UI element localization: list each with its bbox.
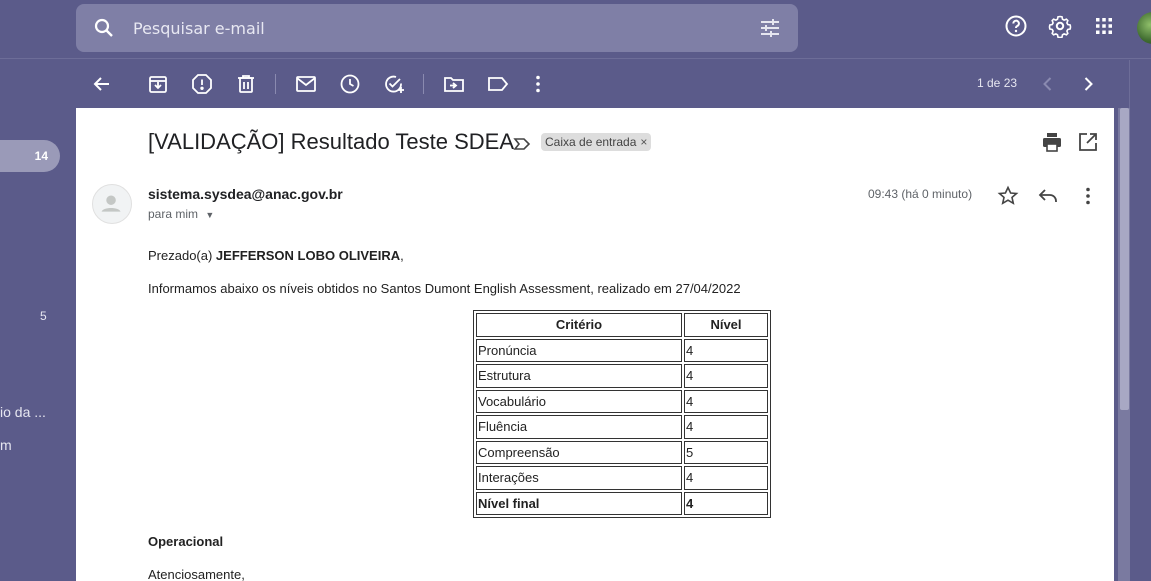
- table-row: Compreensão 5: [476, 440, 768, 464]
- sidebar-item-label[interactable]: m: [0, 437, 12, 453]
- status-text: Operacional: [148, 534, 224, 549]
- greeting: Prezado(a) JEFFERSON LOBO OLIVEIRA,: [148, 248, 404, 263]
- results-table: Critério Nível Pronúncia 4 Estrutura 4 Voc…: [473, 310, 771, 518]
- inbox-count: 14: [34, 149, 48, 163]
- level-cell: 4: [684, 338, 768, 362]
- table-row: Fluência 4: [476, 415, 768, 439]
- top-bar: Pesquisar e-mail: [0, 0, 1151, 58]
- recipient-name: JEFFERSON LOBO OLIVEIRA: [215, 248, 401, 263]
- final-level-cell: 4: [684, 491, 768, 515]
- chevron-right-icon[interactable]: [1076, 72, 1100, 96]
- trash-icon[interactable]: [234, 72, 258, 96]
- add-task-icon[interactable]: [382, 72, 406, 96]
- apps-icon[interactable]: [1092, 14, 1116, 38]
- table-row: Estrutura 4: [476, 364, 768, 388]
- pager-label: 1 de 23: [977, 76, 1018, 90]
- message-pane: [VALIDAÇÃO] Resultado Teste SDEA Caixa d…: [76, 108, 1114, 581]
- message-toolbar: [76, 60, 1116, 108]
- intro-text: Informamos abaixo os níveis obtidos no S…: [148, 281, 741, 296]
- person-icon: [101, 195, 121, 212]
- star-icon[interactable]: [996, 184, 1020, 208]
- level-cell: 4: [684, 364, 768, 388]
- sender-email[interactable]: sistema.sysdea@anac.gov.br: [148, 186, 343, 202]
- help-icon[interactable]: [1004, 14, 1028, 38]
- snooze-icon[interactable]: [338, 72, 362, 96]
- arrow-back-icon[interactable]: [90, 72, 114, 96]
- level-cell: 5: [684, 440, 768, 464]
- recipient-text: para mim: [148, 207, 199, 221]
- criterion-cell: Pronúncia: [476, 338, 682, 362]
- toolbar-separator: [423, 74, 424, 94]
- sidebar-item-label[interactable]: io da ...: [0, 404, 46, 420]
- table-row: Pronúncia 4: [476, 338, 768, 362]
- gear-icon[interactable]: [1048, 14, 1072, 38]
- criterion-cell: Fluência: [476, 415, 682, 439]
- chevron-left-icon[interactable]: [1036, 72, 1060, 96]
- table-header-row: Critério Nível: [476, 313, 768, 337]
- more-vert-icon[interactable]: [1076, 184, 1100, 208]
- criterion-cell: Interações: [476, 466, 682, 490]
- search-input[interactable]: Pesquisar e-mail: [133, 19, 265, 38]
- side-panel: [1129, 60, 1151, 581]
- criterion-cell: Compreensão: [476, 440, 682, 464]
- table-row-final: Nível final 4: [476, 491, 768, 515]
- level-cell: 4: [684, 389, 768, 413]
- table-row: Vocabulário 4: [476, 389, 768, 413]
- label-chip-text: Caixa de entrada: [545, 135, 637, 149]
- reply-icon[interactable]: [1036, 184, 1060, 208]
- search-icon[interactable]: [92, 16, 116, 40]
- importance-marker-icon[interactable]: [512, 134, 532, 154]
- tune-icon[interactable]: [758, 16, 782, 40]
- caret-down-icon[interactable]: ▼: [205, 210, 214, 220]
- recipient-line[interactable]: para mim ▼: [148, 207, 214, 221]
- table-row: Interações 4: [476, 466, 768, 490]
- greeting-prefix: Prezado(a): [148, 248, 216, 263]
- criterion-cell: Estrutura: [476, 364, 682, 388]
- closing-text: Atenciosamente,: [148, 567, 245, 581]
- final-criterion-cell: Nível final: [476, 491, 682, 515]
- report-spam-icon[interactable]: [190, 72, 214, 96]
- column-header-criterio: Critério: [476, 313, 682, 337]
- message-subject: [VALIDAÇÃO] Resultado Teste SDEA: [148, 129, 515, 154]
- label-icon[interactable]: [486, 72, 510, 96]
- header-divider: [0, 58, 1151, 59]
- level-cell: 4: [684, 466, 768, 490]
- label-chip-inbox[interactable]: Caixa de entrada ×: [541, 133, 652, 151]
- level-cell: 4: [684, 415, 768, 439]
- sidebar-count: 5: [40, 309, 47, 323]
- account-avatar[interactable]: [1137, 12, 1151, 44]
- toolbar-separator: [275, 74, 276, 94]
- sender-avatar[interactable]: [92, 184, 132, 224]
- more-vert-icon[interactable]: [526, 72, 550, 96]
- criterion-cell: Vocabulário: [476, 389, 682, 413]
- archive-icon[interactable]: [146, 72, 170, 96]
- label-remove-button[interactable]: ×: [640, 135, 647, 149]
- column-header-nivel: Nível: [684, 313, 768, 337]
- scrollbar-thumb[interactable]: [1120, 108, 1129, 410]
- move-to-icon[interactable]: [442, 72, 466, 96]
- print-icon[interactable]: [1040, 130, 1064, 154]
- open-new-window-icon[interactable]: [1076, 130, 1100, 154]
- search-bar[interactable]: Pesquisar e-mail: [76, 4, 798, 52]
- greeting-suffix: ,: [400, 248, 404, 263]
- mark-unread-icon[interactable]: [294, 72, 318, 96]
- message-time: 09:43 (há 0 minuto): [868, 187, 973, 201]
- sidebar-item-inbox[interactable]: 14: [0, 140, 60, 172]
